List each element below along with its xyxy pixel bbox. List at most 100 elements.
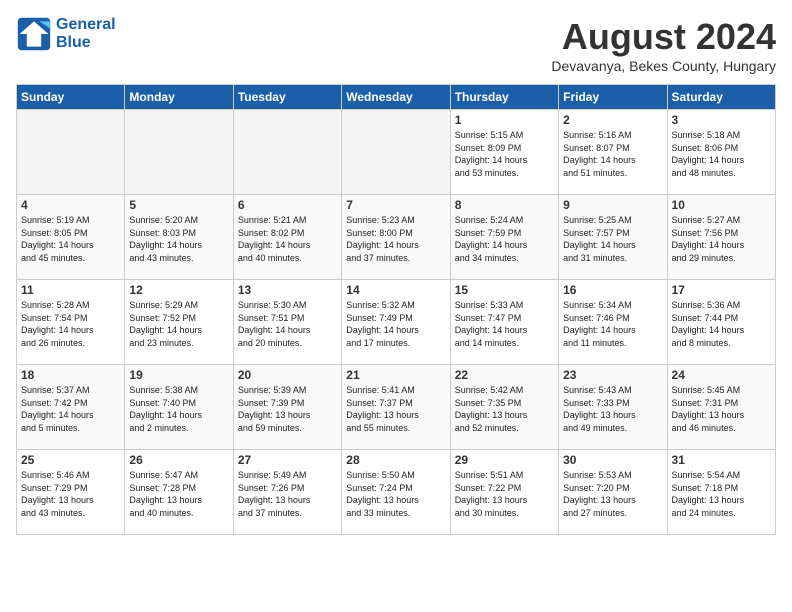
calendar-week-5: 25 Sunrise: 5:46 AM Sunset: 7:29 PM Dayli… xyxy=(17,450,776,535)
day-info: Sunrise: 5:27 AM Sunset: 7:56 PM Dayligh… xyxy=(672,214,771,264)
day-info: Sunrise: 5:34 AM Sunset: 7:46 PM Dayligh… xyxy=(563,299,662,349)
calendar-header-monday: Monday xyxy=(125,85,233,110)
day-number: 16 xyxy=(563,283,662,297)
calendar-day: 29 Sunrise: 5:51 AM Sunset: 7:22 PM Dayli… xyxy=(450,450,558,535)
header: General Blue August 2024 Devavanya, Beke… xyxy=(16,16,776,74)
calendar-header-row: SundayMondayTuesdayWednesdayThursdayFrid… xyxy=(17,85,776,110)
calendar-day: 1Sunrise: 5:15 AM Sunset: 8:09 PM Daylig… xyxy=(450,110,558,195)
calendar-day: 13 Sunrise: 5:30 AM Sunset: 7:51 PM Dayli… xyxy=(233,280,341,365)
calendar-day xyxy=(342,110,450,195)
calendar-day: 14Sunrise: 5:32 AM Sunset: 7:49 PM Dayli… xyxy=(342,280,450,365)
day-info: Sunrise: 5:36 AM Sunset: 7:44 PM Dayligh… xyxy=(672,299,771,349)
calendar-day xyxy=(17,110,125,195)
calendar-week-4: 18Sunrise: 5:37 AM Sunset: 7:42 PM Dayli… xyxy=(17,365,776,450)
day-number: 8 xyxy=(455,198,554,212)
day-info: Sunrise: 5:47 AM Sunset: 7:28 PM Dayligh… xyxy=(129,469,228,519)
calendar-day: 27Sunrise: 5:49 AM Sunset: 7:26 PM Dayli… xyxy=(233,450,341,535)
month-title: August 2024 xyxy=(551,16,776,58)
day-number: 19 xyxy=(129,368,228,382)
calendar-day xyxy=(233,110,341,195)
calendar-day: 22 Sunrise: 5:42 AM Sunset: 7:35 PM Dayli… xyxy=(450,365,558,450)
day-info: Sunrise: 5:25 AM Sunset: 7:57 PM Dayligh… xyxy=(563,214,662,264)
day-number: 4 xyxy=(21,198,120,212)
calendar-day: 19Sunrise: 5:38 AM Sunset: 7:40 PM Dayli… xyxy=(125,365,233,450)
day-number: 23 xyxy=(563,368,662,382)
calendar-day: 3 Sunrise: 5:18 AM Sunset: 8:06 PM Daylig… xyxy=(667,110,775,195)
day-number: 26 xyxy=(129,453,228,467)
day-info: Sunrise: 5:53 AM Sunset: 7:20 PM Dayligh… xyxy=(563,469,662,519)
day-number: 29 xyxy=(455,453,554,467)
calendar-header-tuesday: Tuesday xyxy=(233,85,341,110)
calendar-day: 18Sunrise: 5:37 AM Sunset: 7:42 PM Dayli… xyxy=(17,365,125,450)
day-info: Sunrise: 5:30 AM Sunset: 7:51 PM Dayligh… xyxy=(238,299,337,349)
day-number: 6 xyxy=(238,198,337,212)
calendar-day: 6 Sunrise: 5:21 AM Sunset: 8:02 PM Daylig… xyxy=(233,195,341,280)
calendar-day: 8 Sunrise: 5:24 AM Sunset: 7:59 PM Daylig… xyxy=(450,195,558,280)
day-number: 24 xyxy=(672,368,771,382)
page: General Blue August 2024 Devavanya, Beke… xyxy=(0,0,792,543)
day-number: 31 xyxy=(672,453,771,467)
calendar-day: 30 Sunrise: 5:53 AM Sunset: 7:20 PM Dayli… xyxy=(559,450,667,535)
calendar-day: 28 Sunrise: 5:50 AM Sunset: 7:24 PM Dayli… xyxy=(342,450,450,535)
day-number: 12 xyxy=(129,283,228,297)
calendar-day: 2Sunrise: 5:16 AM Sunset: 8:07 PM Daylig… xyxy=(559,110,667,195)
day-number: 9 xyxy=(563,198,662,212)
calendar-day: 7Sunrise: 5:23 AM Sunset: 8:00 PM Daylig… xyxy=(342,195,450,280)
calendar-day: 11Sunrise: 5:28 AM Sunset: 7:54 PM Dayli… xyxy=(17,280,125,365)
day-number: 20 xyxy=(238,368,337,382)
day-number: 17 xyxy=(672,283,771,297)
day-info: Sunrise: 5:21 AM Sunset: 8:02 PM Dayligh… xyxy=(238,214,337,264)
day-info: Sunrise: 5:18 AM Sunset: 8:06 PM Dayligh… xyxy=(672,129,771,179)
day-info: Sunrise: 5:51 AM Sunset: 7:22 PM Dayligh… xyxy=(455,469,554,519)
day-info: Sunrise: 5:39 AM Sunset: 7:39 PM Dayligh… xyxy=(238,384,337,434)
calendar-header-sunday: Sunday xyxy=(17,85,125,110)
calendar-header-wednesday: Wednesday xyxy=(342,85,450,110)
day-info: Sunrise: 5:45 AM Sunset: 7:31 PM Dayligh… xyxy=(672,384,771,434)
day-number: 11 xyxy=(21,283,120,297)
day-info: Sunrise: 5:46 AM Sunset: 7:29 PM Dayligh… xyxy=(21,469,120,519)
calendar-week-2: 4 Sunrise: 5:19 AM Sunset: 8:05 PM Daylig… xyxy=(17,195,776,280)
day-number: 22 xyxy=(455,368,554,382)
day-number: 25 xyxy=(21,453,120,467)
title-block: August 2024 Devavanya, Bekes County, Hun… xyxy=(551,16,776,74)
day-number: 30 xyxy=(563,453,662,467)
location: Devavanya, Bekes County, Hungary xyxy=(551,58,776,74)
day-number: 18 xyxy=(21,368,120,382)
day-info: Sunrise: 5:20 AM Sunset: 8:03 PM Dayligh… xyxy=(129,214,228,264)
calendar-day: 5 Sunrise: 5:20 AM Sunset: 8:03 PM Daylig… xyxy=(125,195,233,280)
day-info: Sunrise: 5:42 AM Sunset: 7:35 PM Dayligh… xyxy=(455,384,554,434)
calendar-day: 21Sunrise: 5:41 AM Sunset: 7:37 PM Dayli… xyxy=(342,365,450,450)
day-number: 5 xyxy=(129,198,228,212)
calendar-day: 10Sunrise: 5:27 AM Sunset: 7:56 PM Dayli… xyxy=(667,195,775,280)
calendar-day: 17 Sunrise: 5:36 AM Sunset: 7:44 PM Dayli… xyxy=(667,280,775,365)
day-number: 28 xyxy=(346,453,445,467)
day-info: Sunrise: 5:50 AM Sunset: 7:24 PM Dayligh… xyxy=(346,469,445,519)
calendar-header-friday: Friday xyxy=(559,85,667,110)
day-number: 21 xyxy=(346,368,445,382)
calendar-day: 16 Sunrise: 5:34 AM Sunset: 7:46 PM Dayli… xyxy=(559,280,667,365)
day-info: Sunrise: 5:15 AM Sunset: 8:09 PM Dayligh… xyxy=(455,129,554,179)
calendar-day: 26 Sunrise: 5:47 AM Sunset: 7:28 PM Dayli… xyxy=(125,450,233,535)
calendar-day: 15 Sunrise: 5:33 AM Sunset: 7:47 PM Dayli… xyxy=(450,280,558,365)
calendar-day: 4 Sunrise: 5:19 AM Sunset: 8:05 PM Daylig… xyxy=(17,195,125,280)
day-info: Sunrise: 5:33 AM Sunset: 7:47 PM Dayligh… xyxy=(455,299,554,349)
calendar-week-3: 11Sunrise: 5:28 AM Sunset: 7:54 PM Dayli… xyxy=(17,280,776,365)
logo-icon xyxy=(16,16,52,52)
day-number: 14 xyxy=(346,283,445,297)
logo: General Blue xyxy=(16,16,116,52)
day-info: Sunrise: 5:19 AM Sunset: 8:05 PM Dayligh… xyxy=(21,214,120,264)
calendar-day: 23 Sunrise: 5:43 AM Sunset: 7:33 PM Dayli… xyxy=(559,365,667,450)
day-number: 3 xyxy=(672,113,771,127)
day-info: Sunrise: 5:49 AM Sunset: 7:26 PM Dayligh… xyxy=(238,469,337,519)
day-number: 2 xyxy=(563,113,662,127)
calendar-day: 31 Sunrise: 5:54 AM Sunset: 7:18 PM Dayli… xyxy=(667,450,775,535)
day-info: Sunrise: 5:43 AM Sunset: 7:33 PM Dayligh… xyxy=(563,384,662,434)
logo-text: General Blue xyxy=(56,16,116,52)
day-info: Sunrise: 5:24 AM Sunset: 7:59 PM Dayligh… xyxy=(455,214,554,264)
calendar-day xyxy=(125,110,233,195)
calendar-header-thursday: Thursday xyxy=(450,85,558,110)
calendar-week-1: 1Sunrise: 5:15 AM Sunset: 8:09 PM Daylig… xyxy=(17,110,776,195)
day-info: Sunrise: 5:54 AM Sunset: 7:18 PM Dayligh… xyxy=(672,469,771,519)
day-number: 13 xyxy=(238,283,337,297)
day-number: 15 xyxy=(455,283,554,297)
